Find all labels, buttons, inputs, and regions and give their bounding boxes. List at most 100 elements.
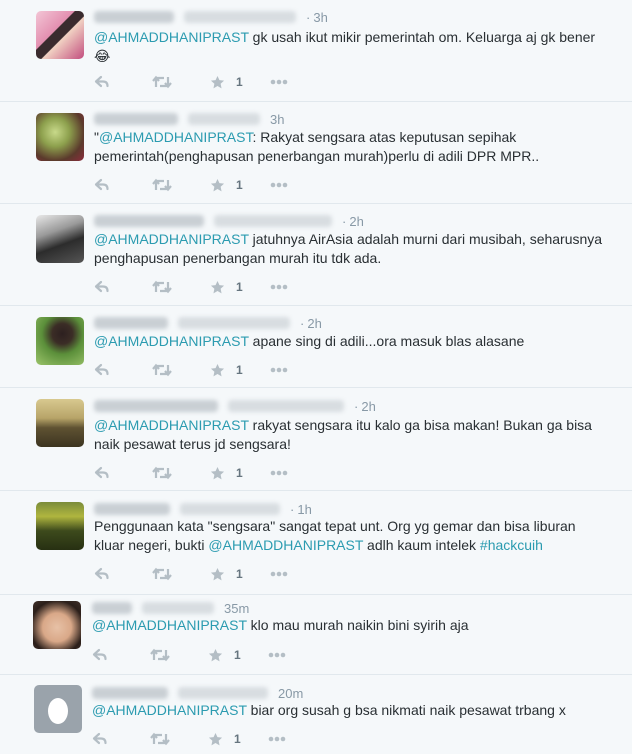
mention-link[interactable]: @AHMADDHANIPRAST <box>94 29 249 45</box>
time-separator: · <box>300 315 305 331</box>
avatar[interactable] <box>36 113 84 161</box>
avatar[interactable] <box>36 502 84 550</box>
hashtag-link[interactable]: #hackcuih <box>480 537 543 553</box>
timestamp[interactable]: 2h <box>361 399 375 414</box>
timestamp[interactable]: 3h <box>270 112 284 127</box>
retweet-button[interactable] <box>152 463 210 483</box>
mention-link[interactable]: @AHMADDHANIPRAST <box>92 702 247 718</box>
reply-icon <box>92 732 107 745</box>
favorite-button[interactable]: 1 <box>208 645 268 665</box>
retweet-icon <box>152 466 172 480</box>
more-icon <box>268 652 286 658</box>
reply-icon <box>94 75 109 88</box>
avatar[interactable] <box>36 399 84 447</box>
favorite-button[interactable]: 1 <box>208 729 268 749</box>
user-name-blurred[interactable] <box>94 215 204 227</box>
retweet-button[interactable] <box>152 564 210 584</box>
favorite-star-icon <box>210 178 225 191</box>
more-button[interactable] <box>270 360 328 380</box>
reply-icon <box>94 178 109 191</box>
tweet: 35m @AHMADDHANIPRAST klo mau murah naiki… <box>0 595 632 675</box>
tweet-text: @AHMADDHANIPRAST gk usah ikut mikir peme… <box>94 28 606 66</box>
timestamp[interactable]: 3h <box>313 10 327 25</box>
reply-button[interactable] <box>94 463 152 483</box>
tweet: · 1h Penggunaan kata "sengsara" sangat t… <box>0 491 632 595</box>
tweet-header: 3h <box>94 110 284 128</box>
more-button[interactable] <box>268 645 326 665</box>
reply-button[interactable] <box>94 175 152 195</box>
more-icon <box>270 182 288 188</box>
more-icon <box>270 79 288 85</box>
favorite-count: 1 <box>236 178 243 192</box>
user-name-blurred[interactable] <box>94 113 178 125</box>
mention-link[interactable]: @AHMADDHANIPRAST <box>99 129 252 145</box>
reply-button[interactable] <box>92 729 150 749</box>
tweet-actions: 1 <box>94 463 328 483</box>
favorite-count: 1 <box>234 732 241 746</box>
user-name-blurred[interactable] <box>94 503 170 515</box>
more-button[interactable] <box>270 72 328 92</box>
reply-icon <box>92 648 107 661</box>
mention-link[interactable]: @AHMADDHANIPRAST <box>94 417 249 433</box>
user-name-blurred[interactable] <box>94 317 168 329</box>
favorite-button[interactable]: 1 <box>210 72 270 92</box>
user-name-blurred[interactable] <box>94 11 174 23</box>
reply-button[interactable] <box>94 277 152 297</box>
more-button[interactable] <box>270 463 328 483</box>
avatar[interactable] <box>34 685 82 733</box>
avatar[interactable] <box>33 601 81 649</box>
reply-button[interactable] <box>92 645 150 665</box>
retweet-button[interactable] <box>152 360 210 380</box>
favorite-count: 1 <box>236 466 243 480</box>
user-name-blurred[interactable] <box>92 687 168 699</box>
tweet-text: @AHMADDHANIPRAST biar org susah g bsa ni… <box>92 701 604 720</box>
timestamp[interactable]: 2h <box>349 214 363 229</box>
timestamp[interactable]: 20m <box>278 686 303 701</box>
reply-icon <box>94 466 109 479</box>
more-button[interactable] <box>270 277 328 297</box>
favorite-button[interactable]: 1 <box>210 175 270 195</box>
retweet-button[interactable] <box>150 645 208 665</box>
retweet-icon <box>152 567 172 581</box>
favorite-count: 1 <box>236 280 243 294</box>
user-name-blurred[interactable] <box>94 400 218 412</box>
more-button[interactable] <box>270 564 328 584</box>
retweet-button[interactable] <box>152 277 210 297</box>
retweet-button[interactable] <box>152 72 210 92</box>
user-handle-blurred[interactable] <box>180 503 280 515</box>
user-handle-blurred[interactable] <box>142 602 214 614</box>
timestamp[interactable]: 1h <box>297 502 311 517</box>
user-handle-blurred[interactable] <box>184 11 296 23</box>
timestamp[interactable]: 2h <box>307 316 321 331</box>
reply-button[interactable] <box>94 360 152 380</box>
reply-button[interactable] <box>94 564 152 584</box>
user-handle-blurred[interactable] <box>214 215 332 227</box>
user-handle-blurred[interactable] <box>178 687 268 699</box>
mention-link[interactable]: @AHMADDHANIPRAST <box>94 231 249 247</box>
avatar[interactable] <box>36 11 84 59</box>
favorite-button[interactable]: 1 <box>210 360 270 380</box>
favorite-count: 1 <box>236 75 243 89</box>
mention-link[interactable]: @AHMADDHANIPRAST <box>92 617 247 633</box>
mention-link[interactable]: @AHMADDHANIPRAST <box>208 537 363 553</box>
retweet-icon <box>152 75 172 89</box>
avatar[interactable] <box>36 215 84 263</box>
favorite-button[interactable]: 1 <box>210 564 270 584</box>
favorite-star-icon <box>208 732 223 745</box>
user-name-blurred[interactable] <box>92 602 132 614</box>
user-handle-blurred[interactable] <box>188 113 260 125</box>
favorite-button[interactable]: 1 <box>210 463 270 483</box>
tweet: · 2h @AHMADDHANIPRAST jatuhnya AirAsia a… <box>0 204 632 306</box>
user-handle-blurred[interactable] <box>178 317 290 329</box>
more-button[interactable] <box>270 175 328 195</box>
retweet-button[interactable] <box>150 729 208 749</box>
avatar[interactable] <box>36 317 84 365</box>
more-icon <box>268 736 286 742</box>
timestamp[interactable]: 35m <box>224 601 249 616</box>
reply-button[interactable] <box>94 72 152 92</box>
more-button[interactable] <box>268 729 326 749</box>
favorite-button[interactable]: 1 <box>210 277 270 297</box>
user-handle-blurred[interactable] <box>228 400 344 412</box>
retweet-button[interactable] <box>152 175 210 195</box>
mention-link[interactable]: @AHMADDHANIPRAST <box>94 333 249 349</box>
